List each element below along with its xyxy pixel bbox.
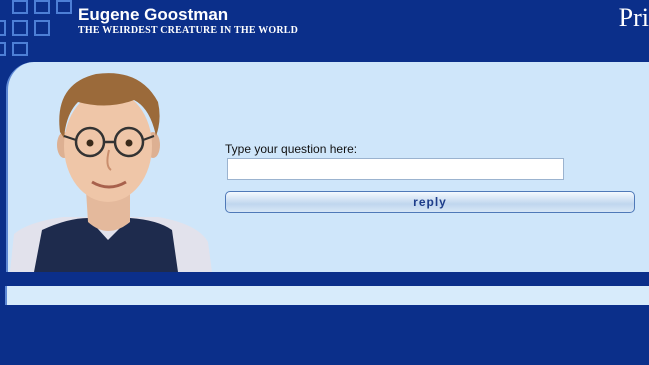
footer-area (0, 305, 649, 365)
question-prompt-label: Type your question here: (225, 142, 358, 156)
site-title: Eugene Goostman (78, 5, 229, 24)
site-subtitle: THE WEIRDEST CREATURE IN THE WORLD (78, 25, 299, 36)
response-strip (5, 286, 649, 305)
question-input[interactable] (227, 158, 564, 180)
panel-divider (0, 272, 649, 286)
reply-button[interactable]: reply (225, 191, 635, 213)
chat-panel: Type your question here: reply (6, 62, 649, 272)
avatar (10, 73, 212, 272)
site-header: Eugene Goostman THE WEIRDEST CREATURE IN… (0, 0, 649, 62)
corner-text: Pri (618, 3, 649, 32)
